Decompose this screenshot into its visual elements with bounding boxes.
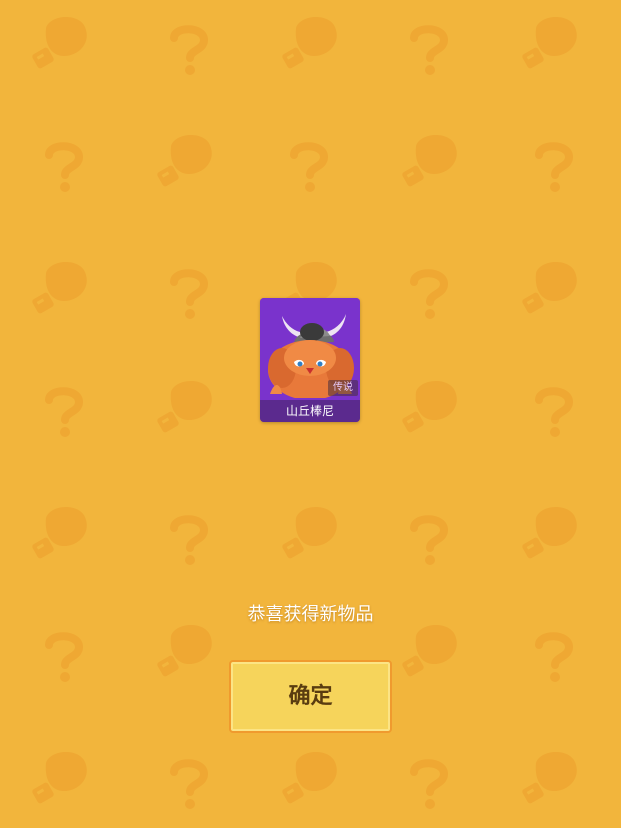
congrats-message: 恭喜获得新物品	[247, 604, 374, 625]
reward-item-card[interactable]: 传说 山丘棒尼	[260, 298, 360, 422]
rarity-badge: 传说	[328, 380, 358, 396]
confirm-button[interactable]: 确定	[229, 660, 392, 733]
item-name-label: 山丘棒尼	[260, 400, 360, 422]
